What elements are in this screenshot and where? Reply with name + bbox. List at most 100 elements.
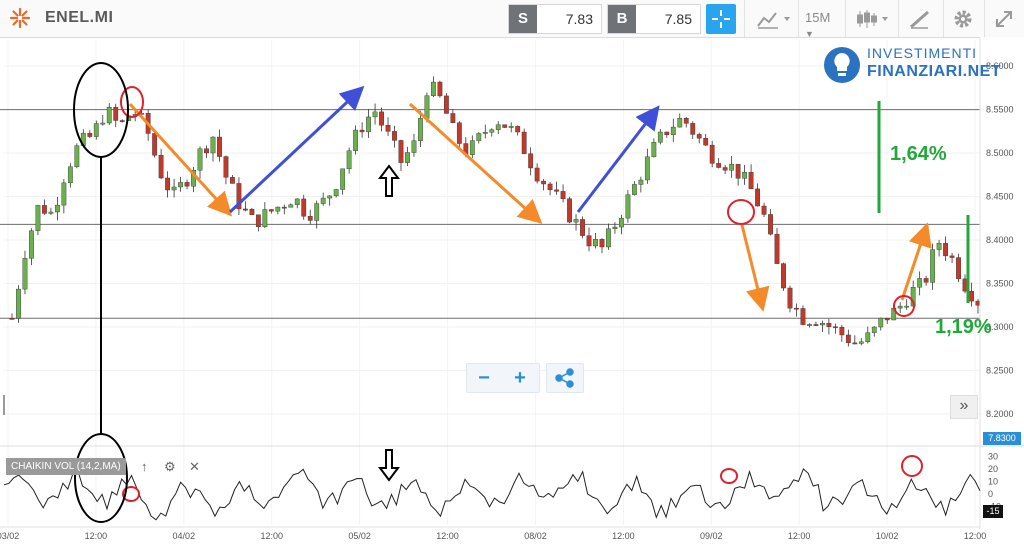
brand-line1: INVESTIMENTI (867, 45, 978, 61)
indicator-close-icon[interactable]: ✕ (189, 459, 200, 475)
candle-body (346, 150, 352, 170)
candle-body (366, 116, 371, 133)
price-tick-label: 8.5000 (986, 148, 1014, 158)
time-tick-label: 10/02 (876, 531, 899, 541)
candle-body (845, 334, 851, 344)
oscillator-tick-label: 10 (988, 477, 998, 487)
crosshair-button[interactable] (706, 4, 736, 34)
candle-body (340, 168, 346, 190)
hollow-arrow-up (378, 164, 400, 197)
share-button[interactable] (546, 363, 584, 393)
oscillator-tick-label: 20 (988, 464, 998, 474)
move-up-icon[interactable]: ↑ (141, 459, 148, 474)
candle-body (502, 124, 508, 128)
candle-body (217, 136, 222, 157)
candle-body (495, 124, 501, 130)
brand-watermark: INVESTIMENTI FINANZIARI.NET (822, 45, 1001, 87)
candle-body (936, 243, 942, 250)
time-tick-label: 12:00 (964, 531, 987, 541)
candle-body (424, 95, 430, 119)
candle-body (560, 191, 566, 199)
interval-dropdown[interactable]: 15M ▼ (805, 10, 841, 39)
candle-body (858, 341, 864, 344)
candle-body (567, 198, 572, 223)
candle-body (573, 219, 579, 223)
candles-button[interactable] (855, 8, 891, 30)
draw-tool-button[interactable] (908, 8, 934, 30)
candle-body (826, 323, 832, 327)
candle-body (469, 140, 475, 155)
candle-body (807, 324, 812, 326)
candles-icon (857, 10, 888, 28)
candle-body (612, 226, 618, 229)
candle-body (709, 144, 715, 164)
sell-quote[interactable]: S 7.83 (508, 4, 602, 34)
candle-body (165, 177, 170, 191)
candle-body (106, 107, 112, 124)
buy-quote[interactable]: B 7.85 (607, 4, 701, 34)
buy-tag: B (608, 5, 636, 33)
candle-body (781, 263, 786, 289)
candle-body (294, 198, 300, 205)
candle-body (742, 172, 748, 179)
candle-body (288, 204, 294, 208)
chaikin-volatility-line (3, 468, 981, 521)
candle-body (657, 131, 663, 143)
zoom-out-button[interactable]: − (473, 367, 495, 389)
candle-body (437, 81, 443, 97)
candle-body (768, 214, 773, 235)
candle-body (878, 317, 884, 328)
candle-body (800, 308, 806, 325)
indicator-label[interactable]: CHAIKIN VOL (14,2,MA) (6, 458, 126, 475)
fullscreen-button[interactable] (993, 8, 1015, 30)
candle-body (670, 126, 676, 135)
logo-icon (9, 7, 31, 29)
zoom-in-button[interactable]: + (509, 367, 531, 389)
candle-body (729, 164, 735, 171)
candle-body (813, 324, 819, 326)
candle-body (204, 148, 209, 154)
price-tick-label: 8.5500 (986, 105, 1014, 115)
candle-body (625, 194, 631, 219)
candle-body (100, 122, 106, 125)
highlight-circle (727, 199, 755, 225)
support-resistance-levels (0, 109, 980, 319)
settings-button[interactable] (952, 8, 974, 30)
candle-body (61, 182, 67, 206)
candle-body (930, 249, 936, 283)
candle-body (482, 132, 488, 134)
time-tick-label: 12:00 (260, 531, 283, 541)
candle-body (281, 206, 287, 209)
candle-body (619, 217, 624, 228)
candle-body (904, 305, 910, 308)
trend-arrow-up (228, 85, 365, 214)
time-tick-label: 12:00 (436, 531, 459, 541)
black-ellipse-oscillator (74, 433, 128, 523)
price-tick-label: 8.4500 (986, 192, 1014, 202)
percent-move-lower: 1,19% (935, 316, 992, 338)
oscillator-value-tag: -15 (983, 505, 1003, 518)
candle-body (113, 107, 119, 121)
candle-body (852, 342, 858, 345)
candle-body (631, 184, 637, 195)
scroll-right-button[interactable]: » (950, 395, 978, 419)
chart-type-button[interactable] (756, 8, 792, 30)
time-tick-label: 08/02 (524, 531, 547, 541)
candle-body (586, 235, 592, 247)
candle-body (87, 132, 93, 137)
candle-body (249, 209, 255, 215)
candle-body (832, 326, 838, 329)
candle-body (35, 205, 41, 231)
indicator-settings-icon[interactable]: ⚙ (164, 459, 176, 475)
candle-body (871, 326, 877, 333)
gear-icon (954, 10, 972, 28)
candle-body (359, 129, 365, 133)
candle-body (897, 305, 903, 309)
chaikin-volatility-panel: 3020100-10 (0, 445, 1024, 521)
candle-body (606, 228, 611, 248)
price-chart[interactable]: 8.60008.55008.50008.45008.40008.35008.30… (0, 37, 1024, 546)
candle-body (385, 125, 391, 132)
symbol-name: ENEL.MI (45, 9, 114, 26)
candle-body (690, 123, 696, 135)
candle-body (541, 180, 547, 185)
